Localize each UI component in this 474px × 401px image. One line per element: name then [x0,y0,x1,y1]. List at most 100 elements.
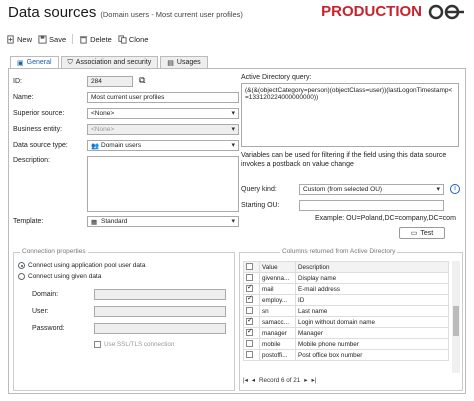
scrollbar-thumb[interactable] [453,306,459,336]
row-check-cell[interactable] [243,338,260,350]
ssl-check [94,341,101,348]
user-input[interactable] [94,306,226,317]
columns-group: Columns returned from Active Directory V… [239,248,463,391]
table-row[interactable]: employ...ID [243,294,449,306]
row-check-cell[interactable] [243,349,260,361]
row-checkbox[interactable] [246,350,253,358]
col-description-header[interactable]: Description [295,261,449,273]
row-check-cell[interactable] [243,305,260,317]
template-label: Template: [13,218,44,225]
row-value: givenna... [259,272,296,284]
table-row[interactable]: samacc...Login without domain name [243,316,449,328]
row-description: Manager [295,327,449,339]
row-value: mail [259,283,296,295]
password-input[interactable] [94,323,226,334]
row-checkbox[interactable] [246,339,253,347]
row-value: postoffi... [259,349,296,361]
delete-label: Delete [90,34,112,44]
brand-text: PRODUCTION [321,3,422,20]
page-subtitle: (Domain users - Most current user profil… [100,10,243,19]
row-value: samacc... [259,316,296,328]
row-checkbox[interactable] [246,317,253,325]
toolbar: New Save Delete Clone [6,34,148,44]
test-icon: ▭ [410,230,418,237]
save-button[interactable]: Save [38,35,66,44]
ssl-checkbox[interactable]: Use SSL/TLS connection [94,341,174,348]
template-value: Standard [101,218,128,225]
type-value: Domain users [101,142,142,149]
new-icon [7,34,14,44]
row-checkbox[interactable] [246,273,253,281]
table-row[interactable]: sn Last name [243,305,449,317]
scrollbar[interactable] [452,261,460,373]
table-row[interactable]: postoffi... Post office box number [243,349,449,361]
general-panel: ID: 284 ⧉ Name: Most current user profil… [8,68,466,394]
row-check-cell[interactable] [243,316,260,328]
radio-app-pool[interactable]: Connect using application pool user data [18,262,145,269]
query-kind-select[interactable]: Custom (from selected OU) [299,184,444,195]
columns-table: ValueDescription givenna...Display namem… [243,261,449,361]
table-row[interactable]: managerManager [243,327,449,339]
domain-input[interactable] [94,289,226,300]
description-textarea[interactable] [87,156,239,212]
save-icon [38,34,47,44]
superior-label: Superior source: [13,110,65,117]
delete-button[interactable]: Delete [79,35,112,44]
starting-ou-input[interactable] [299,200,444,211]
clone-button[interactable]: Clone [118,34,149,44]
tab-general-label: General [26,59,52,66]
row-checkbox[interactable] [246,284,253,292]
tab-association-security[interactable]: ⛉ Association and security [60,56,159,68]
tab-general[interactable]: ▣ General [10,56,59,68]
row-checkbox[interactable] [246,295,253,303]
data-source-type-select[interactable]: 👥 Domain users [87,140,239,151]
pager-last-icon[interactable]: ▸| [311,377,316,384]
table-row[interactable]: mailE-mail address [243,283,449,295]
general-icon: ▣ [17,59,24,67]
row-value: manager [259,327,296,339]
tab-bar: ▣ General ⛉ Association and security ▤ Usag… [10,56,208,68]
info-icon[interactable]: i [450,184,460,194]
ou-example: Example: OU=Poland,DC=company,DC=com [315,215,456,222]
new-button[interactable]: New [6,35,32,44]
ad-query-textarea[interactable]: (&(&(objectCategory=person)(objectClass=… [241,83,459,147]
name-input[interactable]: Most current user profiles [87,92,239,103]
tab-usages-label: Usages [176,59,201,66]
user-label: User: [32,308,49,315]
test-button[interactable]: ▭ Test [399,227,445,239]
clone-icon [118,34,127,44]
copy-icon[interactable]: ⧉ [139,75,145,86]
select-all-check [246,262,253,270]
pager-next-icon[interactable]: ▸ [304,377,307,384]
row-check-cell[interactable] [243,283,260,295]
row-description: Mobile phone number [295,338,449,350]
row-checkbox[interactable] [246,306,253,314]
pager-prev-icon[interactable]: ◂ [252,377,255,384]
row-check-cell[interactable] [243,327,260,339]
clone-label: Clone [128,34,149,44]
ssl-label: Use SSL/TLS connection [104,341,175,348]
business-entity-select[interactable]: <None> [87,124,239,135]
infinity-logo-icon [428,4,464,19]
table-row[interactable]: givenna... Display name [243,272,449,284]
radio-app-pool-label: Connect using application pool user data [28,262,146,269]
row-check-cell[interactable] [243,272,260,284]
row-checkbox[interactable] [246,328,253,336]
entity-label: Business entity: [13,126,63,133]
description-label: Description: [13,157,50,164]
row-description: Post office box number [295,349,449,361]
superior-source-select[interactable]: <None> [87,108,239,119]
tab-usages[interactable]: ▤ Usages [160,56,208,68]
radio-given-data[interactable]: Connect using given data [18,273,101,280]
ad-query-label: Active Directory query: [241,74,312,81]
template-select[interactable]: ▦ Standard [87,216,239,227]
row-description: ID [295,294,449,306]
select-all-header[interactable] [243,261,260,273]
pager-first-icon[interactable]: |◂ [243,377,248,384]
shield-icon: ⛉ [67,58,73,66]
row-description: Login without domain name [295,316,449,328]
col-value-header[interactable]: Value [259,261,296,273]
test-label: Test [420,229,434,237]
table-row[interactable]: mobile Mobile phone number [243,338,449,350]
row-check-cell[interactable] [243,294,260,306]
